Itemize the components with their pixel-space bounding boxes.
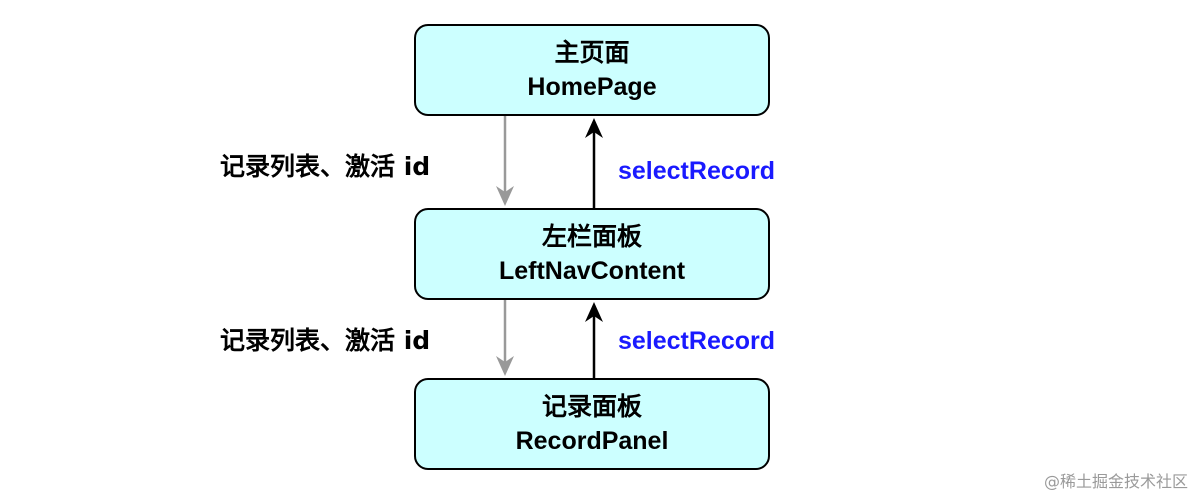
left-nav-node-title: 左栏面板 <box>541 223 642 251</box>
edge-label-left-nav-to-record: 记录列表、激活 id <box>220 326 431 355</box>
record-panel-node-title: 记录面板 <box>541 393 642 421</box>
data-flow-diagram: 主页面 HomePage 左栏面板 LeftNavContent 记录面板 Re… <box>0 0 1200 500</box>
arrow-left-nav-to-home <box>585 118 603 208</box>
arrow-home-to-left-nav <box>496 116 514 206</box>
home-page-node-title: 主页面 <box>554 39 630 67</box>
watermark-text: @稀土掘金技术社区 <box>1043 472 1188 491</box>
record-panel-node: 记录面板 RecordPanel <box>414 378 770 470</box>
edge-label-record-to-left-nav: selectRecord <box>618 327 776 355</box>
home-page-node-subtitle: HomePage <box>527 73 657 101</box>
left-nav-node-subtitle: LeftNavContent <box>498 257 686 285</box>
edge-label-left-nav-to-home: selectRecord <box>618 157 776 185</box>
record-panel-node-subtitle: RecordPanel <box>515 427 669 455</box>
arrow-left-nav-to-record <box>496 300 514 376</box>
edge-label-home-to-left-nav: 记录列表、激活 id <box>220 152 431 181</box>
arrow-record-to-left-nav <box>585 302 603 378</box>
home-page-node: 主页面 HomePage <box>414 24 770 116</box>
left-nav-node: 左栏面板 LeftNavContent <box>414 208 770 300</box>
